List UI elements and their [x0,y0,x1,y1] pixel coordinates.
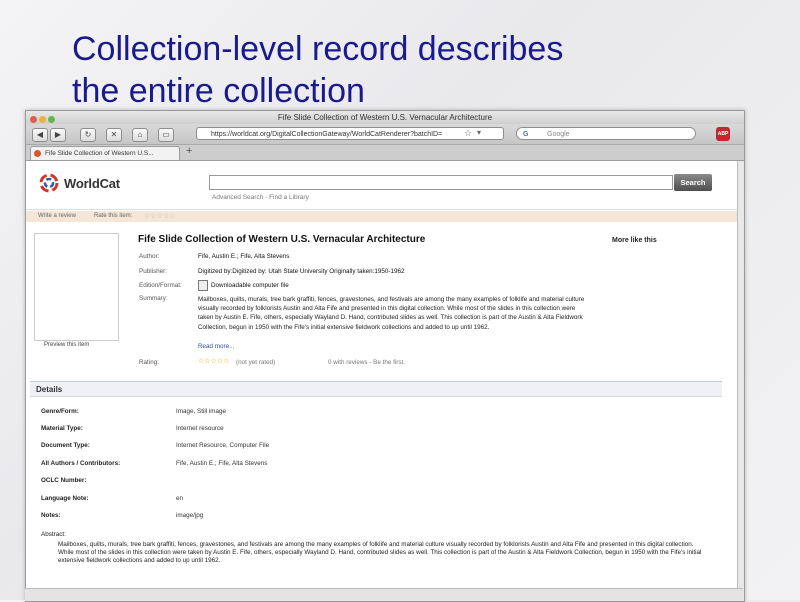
reviews-note[interactable]: 0 with reviews - Be the first. [328,359,405,366]
abstract-label: Abstract: [41,531,66,538]
summary-label: Summary: [139,295,168,302]
rating-note: (not yet rated) [236,359,276,366]
header-divider [26,209,738,210]
read-more-link[interactable]: Read more... [198,343,234,350]
detail-value: image/jpg [176,512,204,519]
slide-title-line-1: Collection-level record describes [72,30,564,68]
field-label-author: Author: [139,253,160,260]
detail-label: All Authors / Contributors: [41,460,121,467]
field-value-publisher: Digitized by:Digitized by: Utah State Un… [198,268,405,275]
rate-stars-icon[interactable]: ☆☆☆☆☆ [144,211,175,222]
detail-label: Language Note: [41,495,89,502]
detail-label: Notes: [41,512,61,519]
detail-label: OCLC Number: [41,477,87,484]
summary-text: Mailboxes, quilts, murals, tree bark gra… [198,296,585,331]
rating-stars-icon[interactable]: ☆☆☆☆☆ [198,357,229,365]
field-value-format: Downloadable computer file [211,282,289,289]
record-title: Fife Slide Collection of Western U.S. Ve… [138,234,426,245]
adblock-icon[interactable]: ABP [716,127,730,141]
detail-label: Document Type: [41,442,90,449]
logo-text: WorldCat [64,175,120,191]
forward-icon[interactable]: ▶ [50,128,66,142]
detail-value: Internet resource [176,425,224,432]
status-bar [25,588,743,601]
home-icon[interactable]: ⌂ [132,128,148,142]
worldcat-logo-icon [39,173,59,193]
detail-label: Genre/Form: [41,408,79,415]
tab-label: Fife Slide Collection of Western U.S... [45,150,154,157]
window-title: Fife Slide Collection of Western U.S. Ve… [277,113,493,122]
vertical-scrollbar[interactable] [737,161,744,601]
more-like-this[interactable]: More like this [612,237,657,244]
detail-value: en [176,495,184,502]
tab-active[interactable]: Fife Slide Collection of Western U.S... [30,146,180,160]
write-review-link[interactable]: Write a review [38,211,76,222]
computer-file-icon [198,280,208,291]
slide-title-line-2: the entire collection [72,72,365,110]
rating-label: Rating: [139,359,159,366]
field-value-author[interactable]: Fife, Austin E.; Fife, Alta Stevens [198,253,289,260]
rate-item-label: Rate this item: [94,213,133,219]
feed-icon[interactable]: ▾ [477,128,481,137]
preview-label[interactable]: Preview this item [44,342,89,348]
search-placeholder: Google [547,131,570,138]
browser-toolbar: ◀ ▶ ↻ ✕ ⌂ ▭ https://worldcat.org/Digital… [26,124,744,145]
worldcat-search-input[interactable] [209,175,673,190]
preview-thumbnail[interactable] [34,233,119,341]
search-field[interactable]: G Google [516,127,696,140]
detail-label: Material Type: [41,425,83,432]
reload-icon[interactable]: ↻ [80,128,96,142]
new-tab-button[interactable]: + [186,145,192,157]
back-icon[interactable]: ◀ [32,128,48,142]
webpage: WorldCat Search Advanced Search · Find a… [26,161,738,601]
field-label-format: Edition/Format: [139,282,182,289]
star-icon[interactable]: ☆ [464,128,472,139]
field-label-publisher: Publisher: [139,268,168,275]
detail-value: Image, Still image [176,408,227,415]
detail-value: Internet Resource, Computer File [176,442,270,449]
review-bar: Write a review Rate this item: ☆☆☆☆☆ [26,211,738,222]
slide-title: Collection-level record describes the en… [72,28,563,112]
url-text: https://worldcat.org/DigitalCollectionGa… [211,131,443,138]
abstract-text: Mailboxes, quilts, murals, tree bark gra… [58,541,702,564]
worldcat-logo[interactable]: WorldCat [38,171,120,195]
details-header: Details [30,381,722,397]
window-titlebar: Fife Slide Collection of Western U.S. Ve… [26,111,744,124]
detail-value: Fife, Austin E.; Fife, Alta Stevens [176,460,268,467]
tab-bar: Fife Slide Collection of Western U.S... … [26,145,744,161]
search-links[interactable]: Advanced Search · Find a Library [212,194,309,201]
bookmark-icon[interactable]: ▭ [158,128,174,142]
search-button[interactable]: Search [674,174,712,191]
url-bar[interactable]: https://worldcat.org/DigitalCollectionGa… [196,127,504,140]
google-icon: G [523,131,529,138]
favicon-icon [34,150,41,157]
browser-window: Fife Slide Collection of Western U.S. Ve… [25,110,745,602]
stop-icon[interactable]: ✕ [106,128,122,142]
